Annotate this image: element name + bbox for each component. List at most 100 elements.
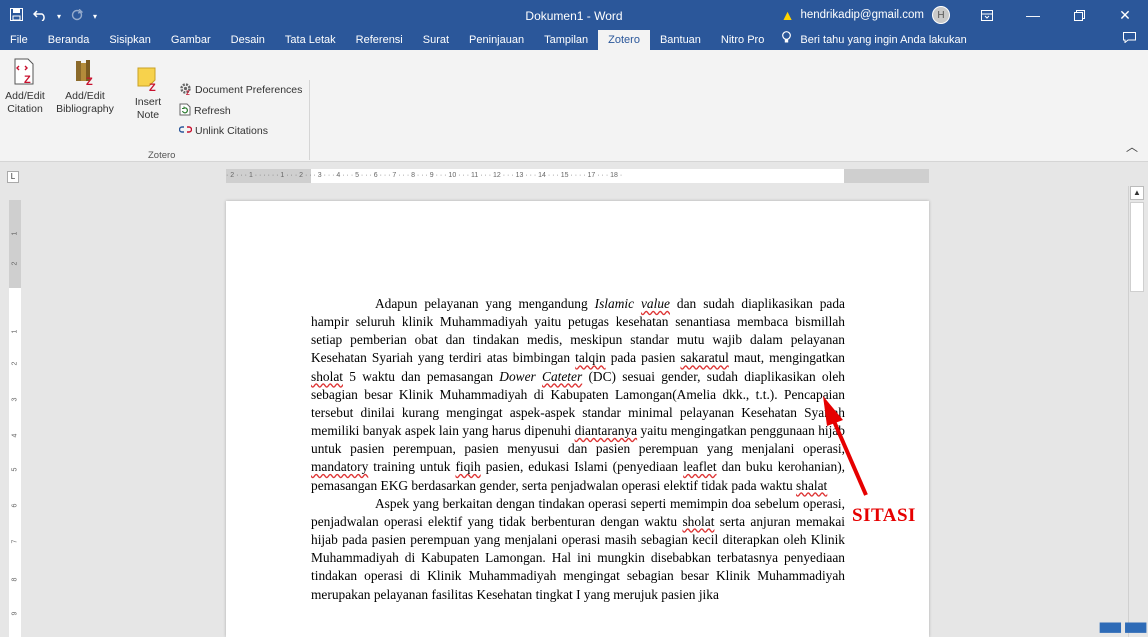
tab-tata-letak[interactable]: Tata Letak	[275, 30, 346, 50]
ruler-row: L · 2 · · · 1 · · · · · · 1 · · · 2 · · …	[0, 162, 1148, 186]
svg-text:Z: Z	[186, 91, 190, 95]
insert-note-label-2: Note	[136, 109, 160, 121]
text-run: pada pasien	[605, 350, 681, 366]
add-edit-bibliography-label-1: Add/Edit	[65, 90, 105, 102]
group-separator	[309, 80, 310, 160]
text-run: training untuk	[368, 459, 456, 475]
unlink-icon	[178, 124, 193, 138]
tab-desain[interactable]: Desain	[221, 30, 275, 50]
vruler-num: 6	[11, 503, 19, 508]
vruler-num: 8	[11, 577, 19, 582]
text-run: pasien, edukasi Islami (penyediaan	[480, 459, 684, 475]
text-run-spellcheck: diantaranya	[574, 423, 638, 439]
tab-gambar[interactable]: Gambar	[161, 30, 221, 50]
title-bar-right: ▲ hendrikadip@gmail.com H — ✕	[781, 0, 1148, 30]
comments-icon[interactable]	[1123, 32, 1136, 46]
text-run-italic: Islamic	[594, 296, 635, 311]
tab-selector[interactable]: L	[7, 171, 19, 183]
text-run-spellcheck: sholat	[682, 513, 715, 529]
add-citation-icon: Z	[12, 58, 38, 86]
text-run-italic-spellcheck: Cateter	[542, 368, 583, 384]
text-run-spellcheck: sholat	[311, 368, 343, 384]
collapse-ribbon-icon[interactable]: ︿	[1126, 138, 1138, 155]
unlink-citations-label: Unlink Citations	[195, 125, 268, 137]
refresh-label: Refresh	[194, 105, 231, 117]
ribbon-display-options-icon[interactable]	[964, 0, 1010, 30]
text-run-spellcheck: shalat	[796, 477, 828, 493]
insert-note-button[interactable]: Z Insert Note	[131, 56, 165, 122]
vertical-ruler-numbers: 2 1 1 2 3 4 5 6 7 8 9	[9, 200, 21, 637]
refresh-button[interactable]: Refresh	[179, 103, 231, 119]
annotation-label: SITASI	[852, 505, 916, 526]
tab-file[interactable]: File	[0, 30, 38, 50]
text-run-spellcheck: mandatory	[311, 459, 369, 475]
watermark-logo: ▬▬	[1097, 609, 1148, 637]
lightbulb-icon	[782, 31, 794, 46]
document-preferences-button[interactable]: Z Document Preferences	[179, 82, 302, 98]
tab-sisipkan[interactable]: Sisipkan	[99, 30, 161, 50]
scroll-up-icon[interactable]: ▲	[1130, 186, 1144, 200]
vruler-num: 7	[11, 539, 19, 544]
vruler-num: 9	[11, 611, 19, 616]
text-run: maut, mengingatkan	[728, 350, 846, 366]
gear-icon: Z	[179, 82, 192, 98]
tab-bantuan[interactable]: Bantuan	[650, 30, 711, 50]
text-run-spellcheck: sakaratul	[680, 350, 729, 366]
tell-me-text: Beri tahu yang ingin Anda lakukan	[800, 34, 967, 46]
ribbon-group-label: Zotero	[148, 150, 176, 161]
vruler-num: 2	[11, 361, 19, 366]
paragraph-2[interactable]: Aspek yang berkaitan dengan tindakan ope…	[311, 495, 845, 604]
svg-text:Z: Z	[149, 82, 156, 92]
add-edit-bibliography-button[interactable]: Z Add/Edit Bibliography	[48, 50, 122, 116]
title-bar: ▾ ▾ Dokumen1 - Word ▲ hendrikadip@gmail.…	[0, 0, 1148, 50]
add-edit-citation-button[interactable]: Z Add/Edit Citation	[2, 50, 48, 116]
vruler-num: 5	[11, 467, 19, 472]
minimize-icon[interactable]: —	[1010, 0, 1056, 30]
vruler-num: 1	[11, 329, 19, 334]
insert-note-label-1: Insert	[134, 96, 162, 108]
avatar[interactable]: H	[932, 6, 950, 24]
horizontal-ruler-scale: · 2 · · · 1 · · · · · · 1 · · · 2 · · · …	[226, 172, 623, 179]
tab-nitro-pro[interactable]: Nitro Pro	[711, 30, 774, 50]
vruler-num: 2	[11, 261, 19, 266]
tab-surat[interactable]: Surat	[413, 30, 459, 50]
document-page[interactable]: Adapun pelayanan yang mengandung Islamic…	[226, 201, 929, 637]
vertical-ruler[interactable]: 2 1 1 2 3 4 5 6 7 8 9	[9, 200, 21, 637]
vruler-num: 4	[11, 433, 19, 438]
tab-zotero[interactable]: Zotero	[598, 30, 650, 50]
vertical-scrollbar[interactable]: ▲	[1128, 186, 1144, 637]
tab-tampilan[interactable]: Tampilan	[534, 30, 598, 50]
svg-text:Z: Z	[86, 76, 93, 86]
note-icon: Z	[135, 64, 161, 94]
tab-referensi[interactable]: Referensi	[346, 30, 413, 50]
document-body[interactable]: Adapun pelayanan yang mengandung Islamic…	[311, 295, 845, 604]
text-run-spellcheck: leaflet	[683, 459, 717, 475]
tell-me-box[interactable]: Beri tahu yang ingin Anda lakukan	[782, 30, 967, 50]
text-run-italic: Dower	[499, 368, 536, 384]
unlink-citations-button[interactable]: Unlink Citations	[178, 124, 268, 138]
tab-peninjauan[interactable]: Peninjauan	[459, 30, 534, 50]
horizontal-ruler[interactable]: · 2 · · · 1 · · · · · · 1 · · · 2 · · · …	[226, 169, 929, 183]
ribbon-tabs: File Beranda Sisipkan Gambar Desain Tata…	[0, 30, 1148, 50]
document-preferences-label: Document Preferences	[195, 84, 303, 96]
scrollbar-thumb[interactable]	[1130, 202, 1144, 292]
warning-icon[interactable]: ▲	[781, 7, 795, 23]
tab-beranda[interactable]: Beranda	[38, 30, 100, 50]
restore-icon[interactable]	[1056, 0, 1102, 30]
account-email[interactable]: hendrikadip@gmail.com	[800, 9, 924, 21]
add-edit-citation-label-1: Add/Edit	[5, 90, 45, 102]
close-icon[interactable]: ✕	[1102, 0, 1148, 30]
text-run-spellcheck: fiqih	[455, 459, 481, 475]
vruler-num: 1	[11, 231, 19, 236]
ribbon-zotero: Z Add/Edit Citation Z Add/Edit Bibliogra…	[0, 50, 1148, 162]
text-run: 5 waktu dan pemasangan	[343, 368, 500, 384]
add-edit-bibliography-label-2: Bibliography	[56, 103, 114, 115]
bibliography-icon: Z	[72, 58, 98, 88]
refresh-icon	[179, 103, 191, 119]
text-run: Adapun pelayanan yang mengandung	[375, 296, 595, 311]
text-run-spellcheck: talqin	[575, 350, 606, 366]
add-edit-citation-label-2: Citation	[7, 103, 43, 115]
vruler-num: 3	[11, 397, 19, 402]
paragraph-1[interactable]: Adapun pelayanan yang mengandung Islamic…	[311, 295, 845, 495]
svg-text:Z: Z	[24, 74, 31, 86]
